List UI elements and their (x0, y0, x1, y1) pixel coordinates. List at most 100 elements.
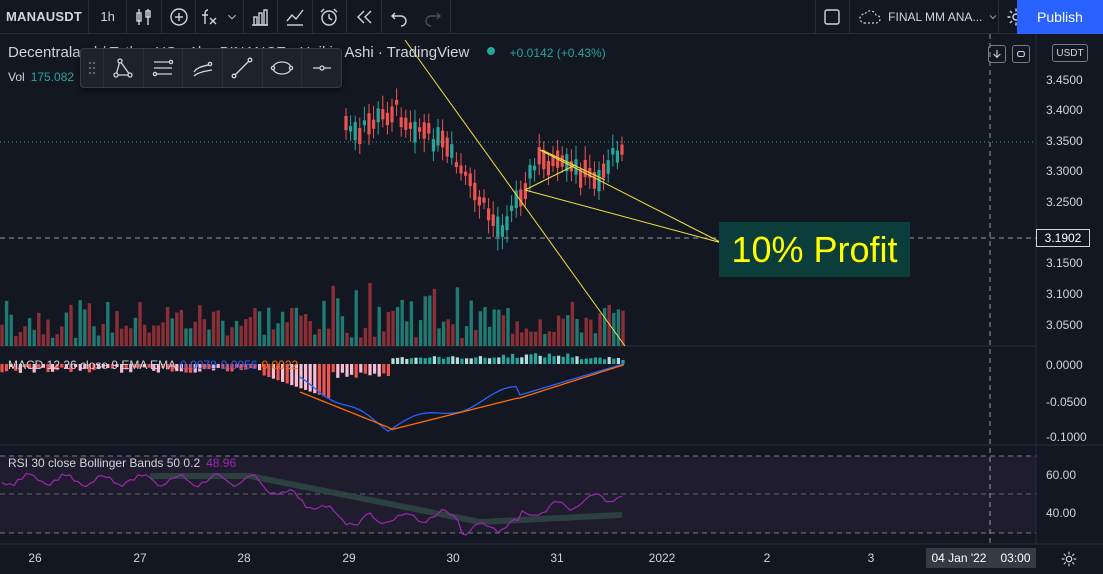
volume-bar (478, 311, 483, 346)
layout-name[interactable]: FINAL MM ANA... (850, 0, 1000, 34)
candle-body (583, 159, 587, 177)
macd-hist-bar (584, 358, 588, 364)
macd-hist-bar (465, 358, 469, 364)
volume-bar (244, 319, 248, 346)
volume-bar (83, 309, 87, 346)
rsi-legend-label: RSI 30 close Bollinger Bands 50 0.2 (8, 456, 201, 470)
macd-hist-bar (501, 354, 505, 364)
volume-bar (446, 319, 450, 346)
rsi-legend[interactable]: RSI 30 close Bollinger Bands 50 0.2 48.96 (8, 456, 236, 470)
candle-body (579, 169, 583, 188)
volume-bar (432, 288, 437, 346)
currency-badge[interactable]: USDT (1052, 44, 1088, 62)
replay-icon[interactable] (347, 0, 382, 34)
volume-bar (276, 323, 280, 346)
layout-square-icon[interactable] (816, 0, 851, 34)
volume-bar (198, 305, 202, 346)
parallel-channel-icon[interactable] (142, 49, 183, 87)
trend-line-icon[interactable] (221, 49, 262, 87)
trend-line[interactable] (539, 149, 723, 244)
volume-bar (428, 295, 432, 346)
volume-legend[interactable]: Vol 175.082 (8, 70, 74, 84)
rsi-axis-label: 40.00 (1046, 506, 1077, 520)
volume-bar (37, 312, 41, 346)
volume-bar (188, 328, 193, 346)
volume-bar (230, 327, 234, 346)
publish-button[interactable]: Publish (1017, 0, 1103, 34)
rsi-axis-label: 60.00 (1046, 468, 1077, 482)
candle-body (395, 99, 399, 105)
macd-hist-bar (455, 357, 459, 364)
volume-bar (487, 326, 492, 346)
macd-hist-bar (405, 358, 409, 364)
price-axis-label: 3.1500 (1046, 256, 1083, 270)
macd-hist-bar (442, 358, 446, 364)
candle-body (399, 117, 403, 128)
macd-hist-bar (515, 357, 519, 364)
refresh-button[interactable] (1012, 45, 1030, 63)
volume-bar (165, 306, 170, 346)
alarm-icon[interactable] (313, 0, 348, 34)
volume-bar (326, 328, 331, 346)
trend-line[interactable] (404, 39, 626, 347)
volume-bar (170, 318, 174, 346)
candle-body (441, 130, 445, 148)
chart-canvas[interactable] (0, 34, 1103, 574)
profit-annotation[interactable]: 10% Profit (719, 222, 910, 277)
ellipse-icon[interactable] (261, 49, 302, 87)
pattern-icon[interactable] (102, 49, 143, 87)
volume-bar (345, 332, 349, 346)
candle-body (477, 196, 481, 206)
volume-bar (27, 318, 32, 346)
curve-lines-icon[interactable] (182, 49, 222, 87)
candle-body (533, 165, 537, 171)
drawing-toolbar[interactable] (80, 48, 342, 88)
candle-body (422, 122, 426, 139)
volume-bar (616, 309, 621, 346)
volume-bar (451, 324, 455, 346)
fx-icon[interactable] (196, 0, 221, 34)
bar-chart-icon[interactable] (244, 0, 279, 34)
candle-body (546, 160, 550, 176)
volume-bar (386, 311, 391, 346)
macd-hist-bar (446, 356, 450, 364)
volume-bar (579, 332, 584, 346)
volume-bar (510, 333, 515, 346)
candle-body (505, 216, 509, 231)
volume-bar (60, 326, 64, 346)
volume-bar (207, 329, 211, 346)
chart-settings-icon[interactable] (1060, 550, 1080, 570)
trend-line[interactable] (524, 189, 723, 244)
scroll-down-button[interactable] (988, 45, 1006, 63)
macd-hist-bar (382, 364, 386, 374)
chevron-down-icon[interactable] (222, 0, 244, 34)
macd-hist-bar (423, 358, 427, 364)
alert-line-icon[interactable] (278, 0, 313, 34)
volume-bar (418, 320, 423, 346)
drag-handle-icon[interactable] (81, 49, 103, 87)
volume-bar (359, 337, 363, 346)
volume-bar (129, 328, 133, 346)
volume-bar (543, 334, 547, 346)
volume-bar (50, 337, 55, 346)
interval-selector[interactable]: 1h (89, 0, 128, 34)
time-axis-label: 29 (342, 551, 356, 565)
macd-hist-bar (557, 355, 561, 364)
macd-hist-bar (511, 353, 515, 364)
volume-bar (64, 312, 69, 346)
cloud-icon (859, 9, 881, 24)
volume-bar (317, 328, 322, 346)
macd-legend[interactable]: MACD 12 26 close 9 EMA EMA 0.0078 0.0056 0.… (8, 358, 298, 372)
volume-bar (501, 315, 506, 346)
add-indicator-icon[interactable] (162, 0, 197, 34)
candle-body (606, 160, 610, 174)
macd-hist-bar (547, 353, 551, 364)
horizontal-ray-icon[interactable] (301, 49, 341, 87)
candles-icon[interactable] (127, 0, 162, 34)
candle-body (344, 116, 348, 131)
crosshair-price-label: 3.1902 (1036, 229, 1090, 247)
undo-icon[interactable] (382, 0, 416, 34)
redo-icon[interactable] (416, 0, 451, 34)
volume-bar (142, 324, 147, 346)
symbol-search[interactable]: MANAUSDT (0, 0, 89, 34)
